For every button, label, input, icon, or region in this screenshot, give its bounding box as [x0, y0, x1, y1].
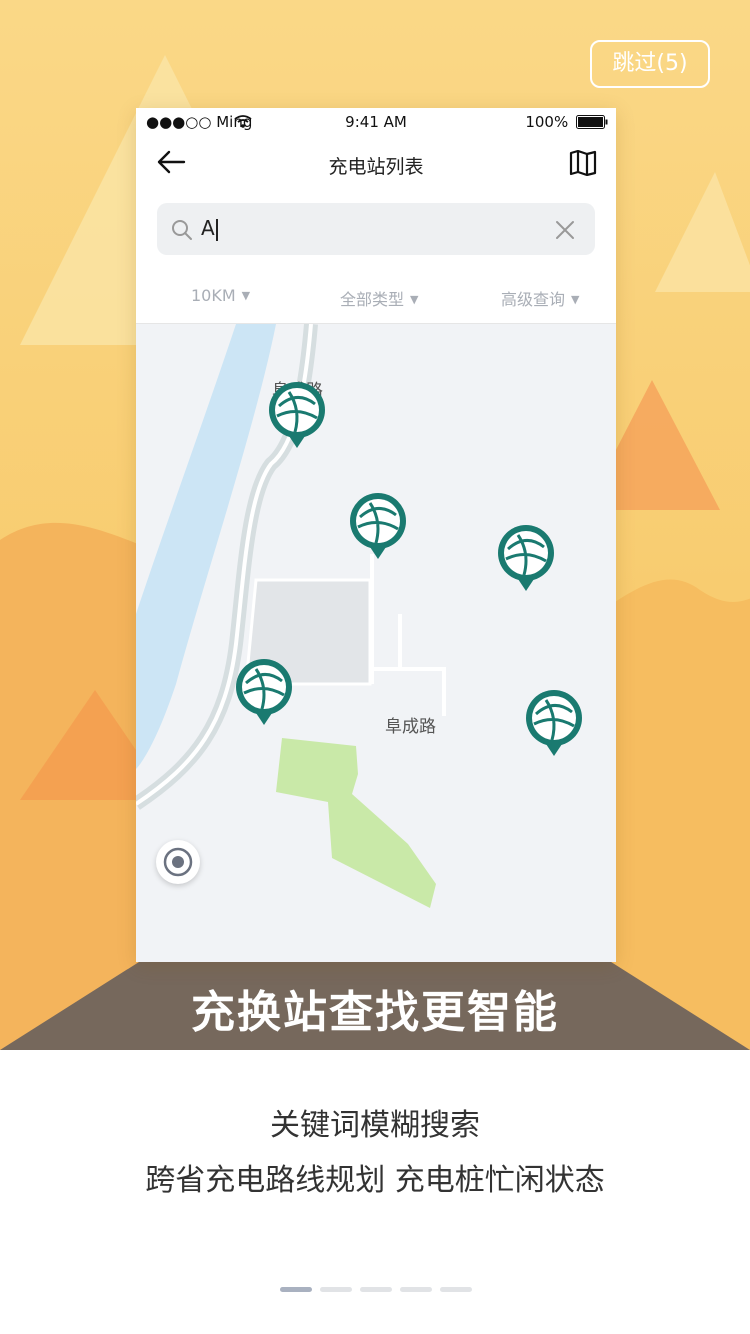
nav-bar: 充电站列表 [136, 136, 616, 192]
filter-type[interactable]: 全部类型 ▼ [340, 286, 418, 310]
map-icon[interactable] [569, 150, 597, 176]
dropdown-triangle-icon: ▼ [410, 293, 419, 306]
filter-advanced-label: 高级查询 [501, 290, 566, 309]
pagination-dot[interactable] [440, 1287, 472, 1292]
dropdown-triangle-icon: ▼ [241, 289, 251, 302]
charging-station-pin-icon[interactable] [524, 688, 584, 758]
search-input[interactable]: A [201, 216, 218, 241]
text-caret [215, 218, 218, 241]
filter-distance[interactable]: 10KM ▼ [191, 286, 250, 305]
headline-banner: 充换站查找更智能 [0, 962, 750, 1050]
pagination-dot[interactable] [360, 1287, 392, 1292]
filter-advanced[interactable]: 高级查询 ▼ [501, 286, 579, 310]
road-label: 阜成路 [385, 717, 436, 737]
map-view[interactable]: 阜成路 阜成路 [136, 324, 616, 962]
charging-station-pin-icon[interactable] [267, 380, 327, 450]
pagination-dot[interactable] [320, 1287, 352, 1292]
charging-station-pin-icon[interactable] [348, 491, 408, 561]
battery-icon [576, 115, 608, 129]
battery-status: 100% [525, 113, 608, 131]
map-base [136, 324, 446, 908]
charging-station-pin-icon[interactable] [234, 657, 294, 727]
locate-button[interactable] [156, 840, 200, 884]
battery-percent: 100% [525, 113, 569, 131]
phone-mockup: ●●●○○ Ming 9:41 AM 100% 充电站列表 A 10KM ▼ 全… [136, 108, 616, 962]
search-input-value: A [201, 216, 215, 240]
headline-text: 充换站查找更智能 [191, 987, 559, 1038]
location-target-icon [163, 847, 193, 877]
filter-bar: 10KM ▼ 全部类型 ▼ 高级查询 ▼ [136, 273, 616, 324]
dropdown-triangle-icon: ▼ [571, 293, 580, 306]
page-title: 充电站列表 [328, 156, 424, 178]
search-field[interactable]: A [157, 203, 595, 255]
filter-type-label: 全部类型 [340, 290, 405, 309]
filter-distance-label: 10KM [191, 286, 236, 305]
pagination-dot[interactable] [400, 1287, 432, 1292]
skip-button[interactable]: 跳过(5) [590, 40, 710, 88]
feature-description-line-1: 关键词模糊搜索 [270, 1108, 480, 1143]
pagination-dot-active[interactable] [280, 1287, 312, 1292]
status-bar: ●●●○○ Ming 9:41 AM 100% [136, 108, 616, 136]
feature-description-line-2: 跨省充电路线规划 充电桩忙闲状态 [145, 1163, 605, 1198]
clear-icon[interactable] [555, 220, 575, 240]
search-icon [172, 220, 192, 240]
charging-station-pin-icon[interactable] [496, 523, 556, 593]
